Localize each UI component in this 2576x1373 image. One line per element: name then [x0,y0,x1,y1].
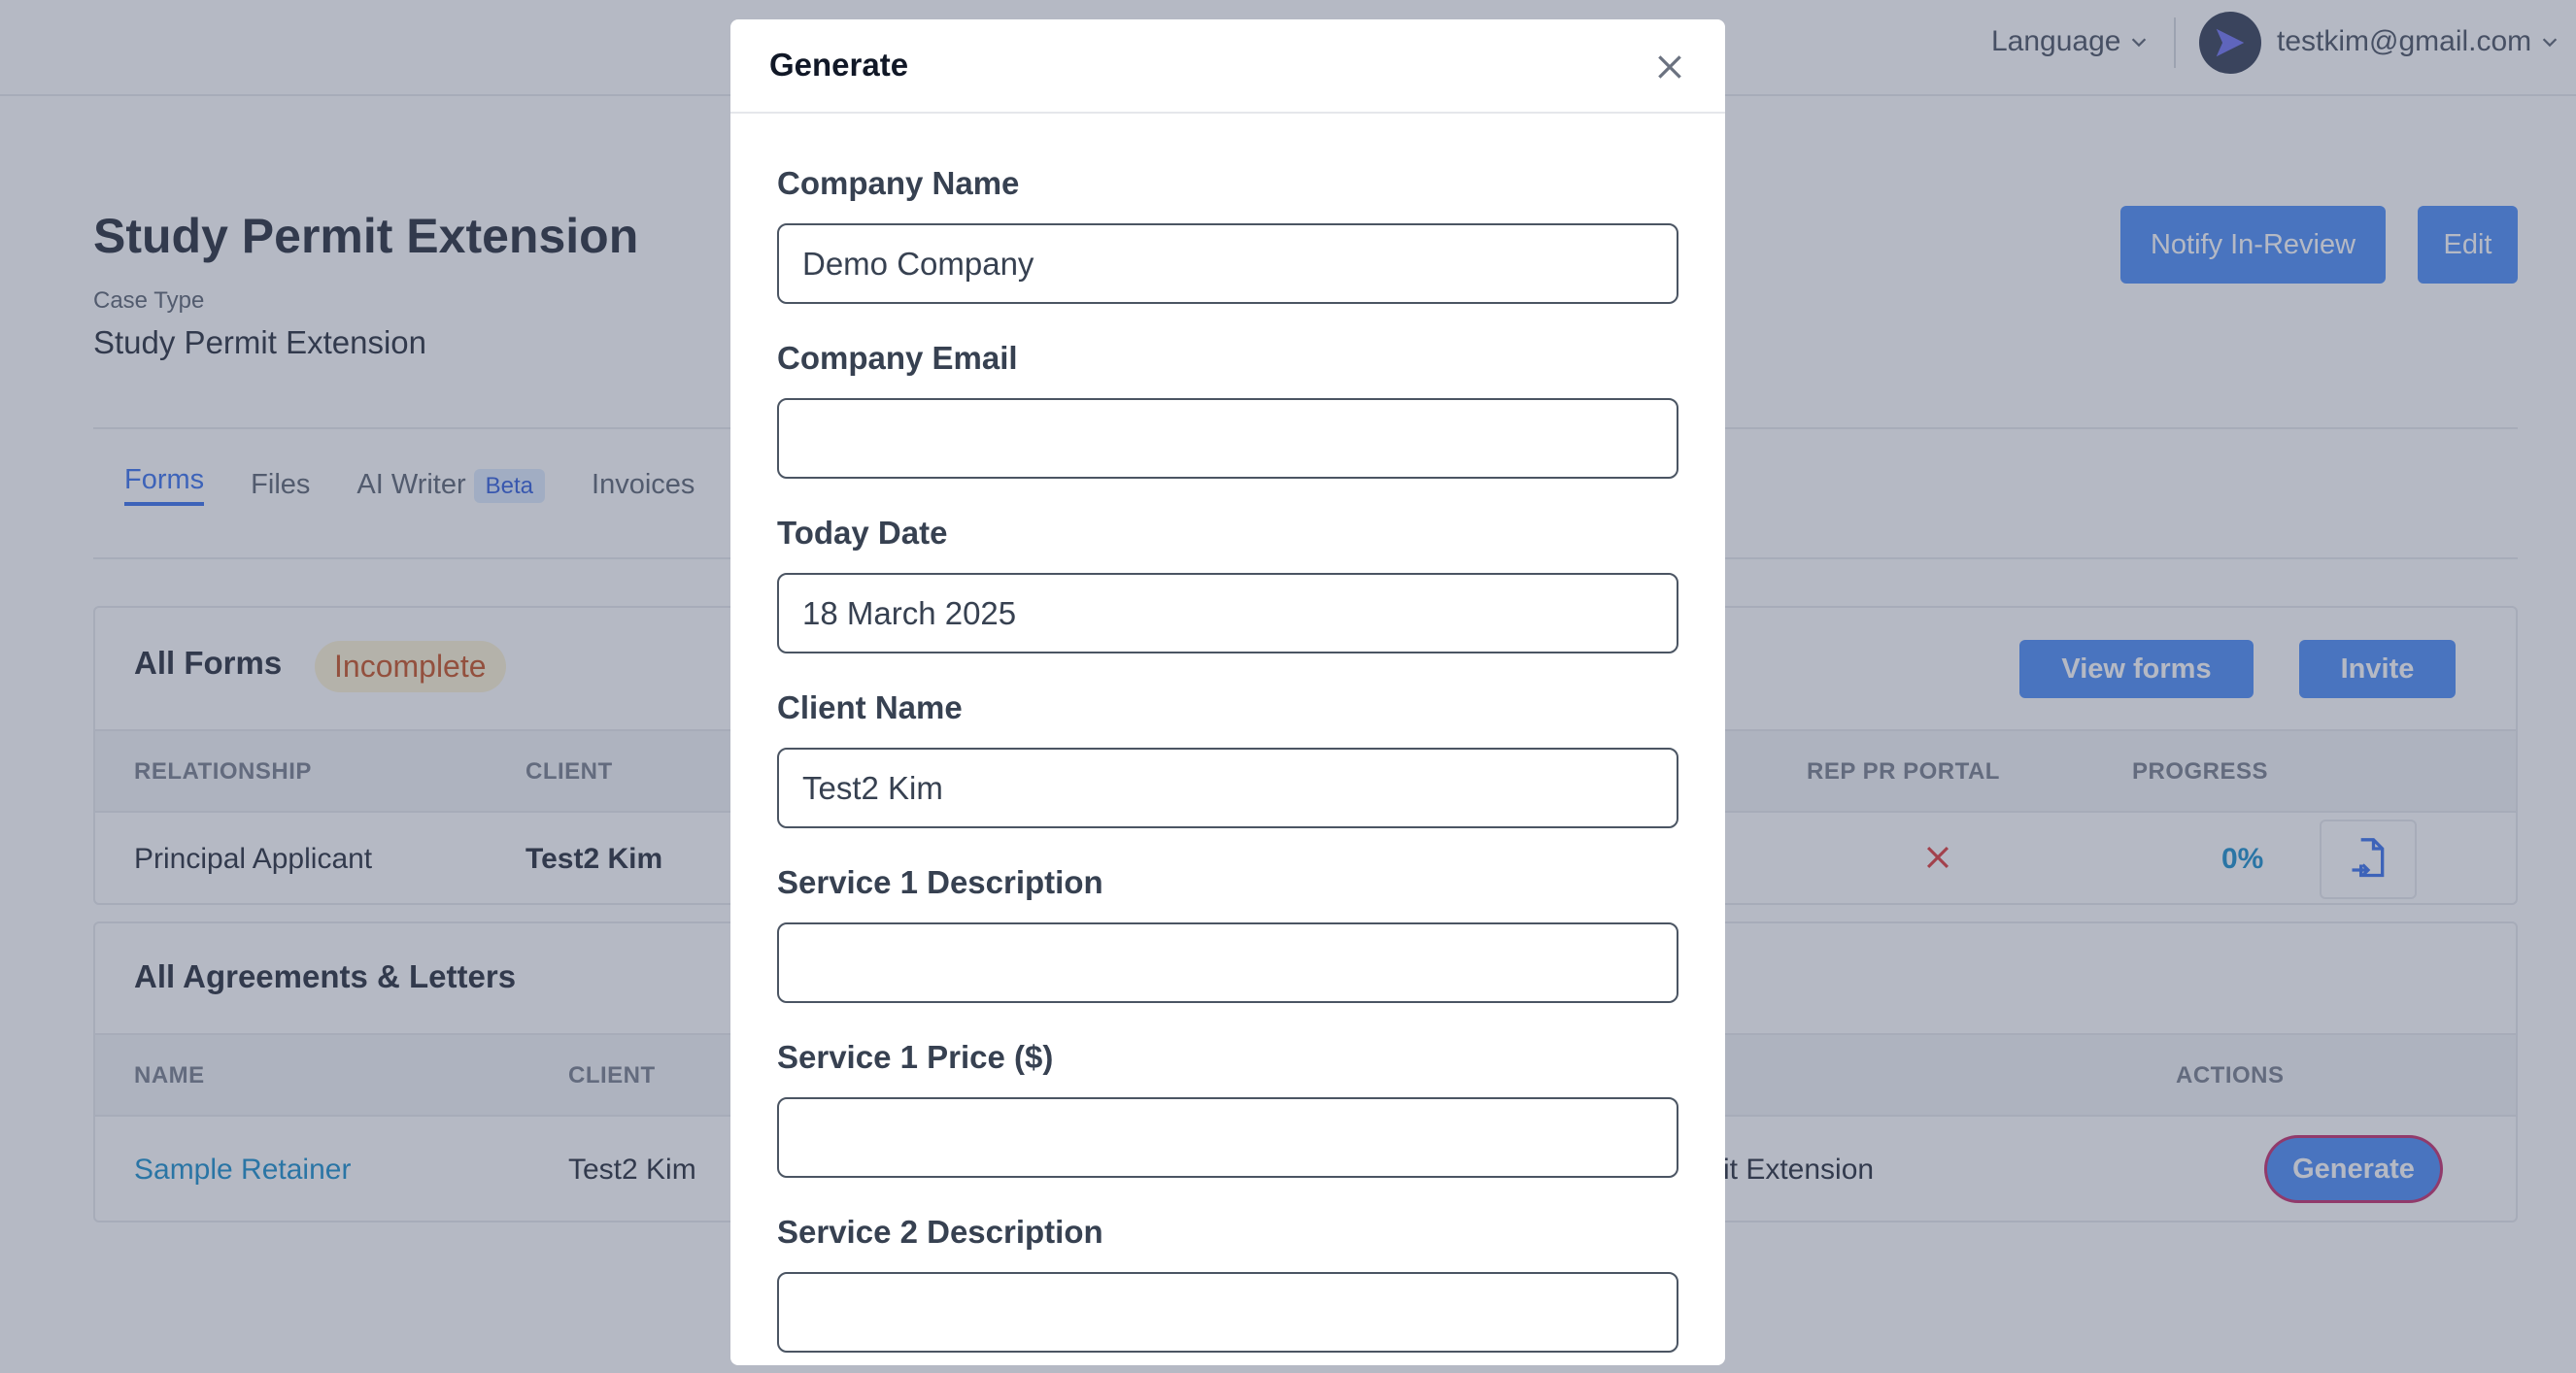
service-2-description-field[interactable] [777,1272,1678,1353]
modal-title: Generate [769,47,909,83]
client-name-label: Client Name [777,689,963,725]
service-1-price-label: Service 1 Price ($) [777,1039,1054,1075]
service-1-description-label: Service 1 Description [777,864,1103,900]
close-icon [1658,55,1681,79]
close-button[interactable] [1649,47,1690,87]
client-name-field[interactable] [777,748,1678,828]
company-name-label: Company Name [777,165,1020,201]
company-email-field[interactable] [777,398,1678,479]
company-name-field[interactable] [777,223,1678,304]
today-date-label: Today Date [777,515,948,551]
today-date-field[interactable] [777,573,1678,653]
service-2-description-label: Service 2 Description [777,1214,1103,1250]
modal-header: Generate [730,19,1725,114]
generate-modal: Generate Company Name Company Email Toda… [730,19,1725,1365]
company-email-label: Company Email [777,340,1018,376]
service-1-price-field[interactable] [777,1097,1678,1178]
service-1-description-field[interactable] [777,922,1678,1003]
